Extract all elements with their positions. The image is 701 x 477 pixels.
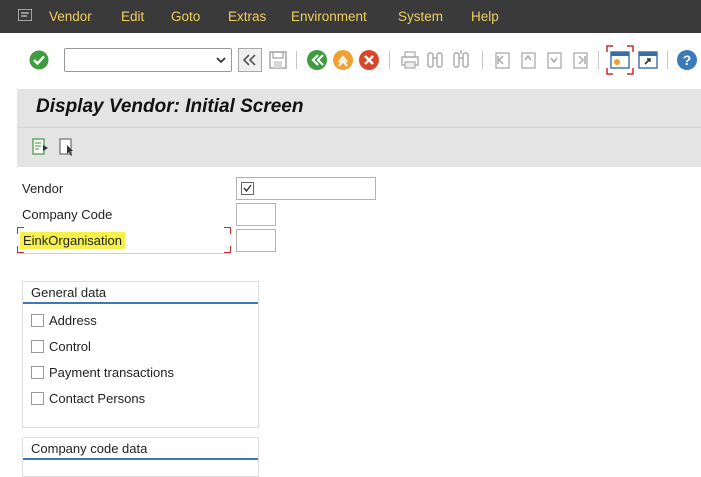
search-help-icon[interactable] <box>241 182 254 195</box>
title-bar: Display Vendor: Initial Screen <box>17 89 701 127</box>
company-code-input[interactable] <box>236 203 276 226</box>
svg-text:?: ? <box>683 52 692 68</box>
menu-goto[interactable]: Goto <box>171 9 200 24</box>
menu-bar: Vendor Edit Goto Extras Environment Syst… <box>0 0 701 33</box>
back-icon[interactable] <box>305 48 329 72</box>
company-code-label: Company Code <box>22 207 113 222</box>
document-select-icon[interactable] <box>58 137 76 157</box>
menu-help[interactable]: Help <box>471 9 499 24</box>
system-menu-icon[interactable] <box>18 9 32 21</box>
menu-environment[interactable]: Environment <box>291 9 367 24</box>
purch-org-label: EinkOrganisation <box>20 232 125 249</box>
chevron-down-icon[interactable] <box>215 53 227 67</box>
company-code-data-group: Company code data <box>22 437 259 477</box>
menu-edit[interactable]: Edit <box>121 9 144 24</box>
contact-persons-label: Contact Persons <box>49 391 146 406</box>
address-checkbox[interactable] <box>31 314 44 327</box>
find-next-icon[interactable] <box>449 48 473 72</box>
toolbar-separator <box>389 51 390 69</box>
payment-transactions-label: Payment transactions <box>49 365 175 380</box>
vendor-label: Vendor <box>22 181 64 196</box>
help-icon[interactable]: ? <box>675 48 699 72</box>
save-icon[interactable] <box>266 48 290 72</box>
first-page-icon[interactable] <box>490 48 514 72</box>
toolbar-separator <box>482 51 483 69</box>
page-title: Display Vendor: Initial Screen <box>36 96 304 117</box>
focus-corner <box>224 246 231 253</box>
address-label: Address <box>49 313 97 328</box>
toolbar-separator <box>667 51 668 69</box>
find-icon[interactable] <box>423 48 447 72</box>
control-option[interactable]: Control <box>31 339 91 354</box>
company-code-data-title: Company code data <box>31 441 148 456</box>
address-option[interactable]: Address <box>31 313 97 328</box>
create-session-icon[interactable] <box>606 45 634 75</box>
vendor-input[interactable] <box>236 177 376 200</box>
application-toolbar <box>17 127 701 167</box>
payment-transactions-checkbox[interactable] <box>31 366 44 379</box>
control-checkbox[interactable] <box>31 340 44 353</box>
focus-corner <box>224 227 231 234</box>
toolbar-separator <box>296 51 297 69</box>
next-page-icon[interactable] <box>542 48 566 72</box>
menu-vendor[interactable]: Vendor <box>49 9 92 24</box>
contact-persons-checkbox[interactable] <box>31 392 44 405</box>
toolbar-separator <box>598 51 599 69</box>
menu-extras[interactable]: Extras <box>228 9 266 24</box>
last-page-icon[interactable] <box>568 48 592 72</box>
control-label: Control <box>49 339 91 354</box>
document-arrow-icon[interactable] <box>31 137 49 157</box>
double-left-arrow-icon[interactable] <box>238 48 262 72</box>
print-icon[interactable] <box>398 48 422 72</box>
group-divider <box>23 458 258 460</box>
shortcut-icon[interactable] <box>636 48 660 72</box>
command-field[interactable] <box>64 48 232 72</box>
enter-check-icon[interactable] <box>29 50 49 70</box>
purch-org-input[interactable] <box>236 229 276 252</box>
previous-page-icon[interactable] <box>516 48 540 72</box>
group-divider <box>23 302 258 304</box>
exit-icon[interactable] <box>331 48 355 72</box>
cancel-icon[interactable] <box>357 48 381 72</box>
general-data-group: General data Address Control Payment tra… <box>22 281 259 428</box>
menu-system[interactable]: System <box>398 9 443 24</box>
general-data-title: General data <box>31 285 107 300</box>
contact-persons-option[interactable]: Contact Persons <box>31 391 145 406</box>
payment-transactions-option[interactable]: Payment transactions <box>31 365 174 380</box>
